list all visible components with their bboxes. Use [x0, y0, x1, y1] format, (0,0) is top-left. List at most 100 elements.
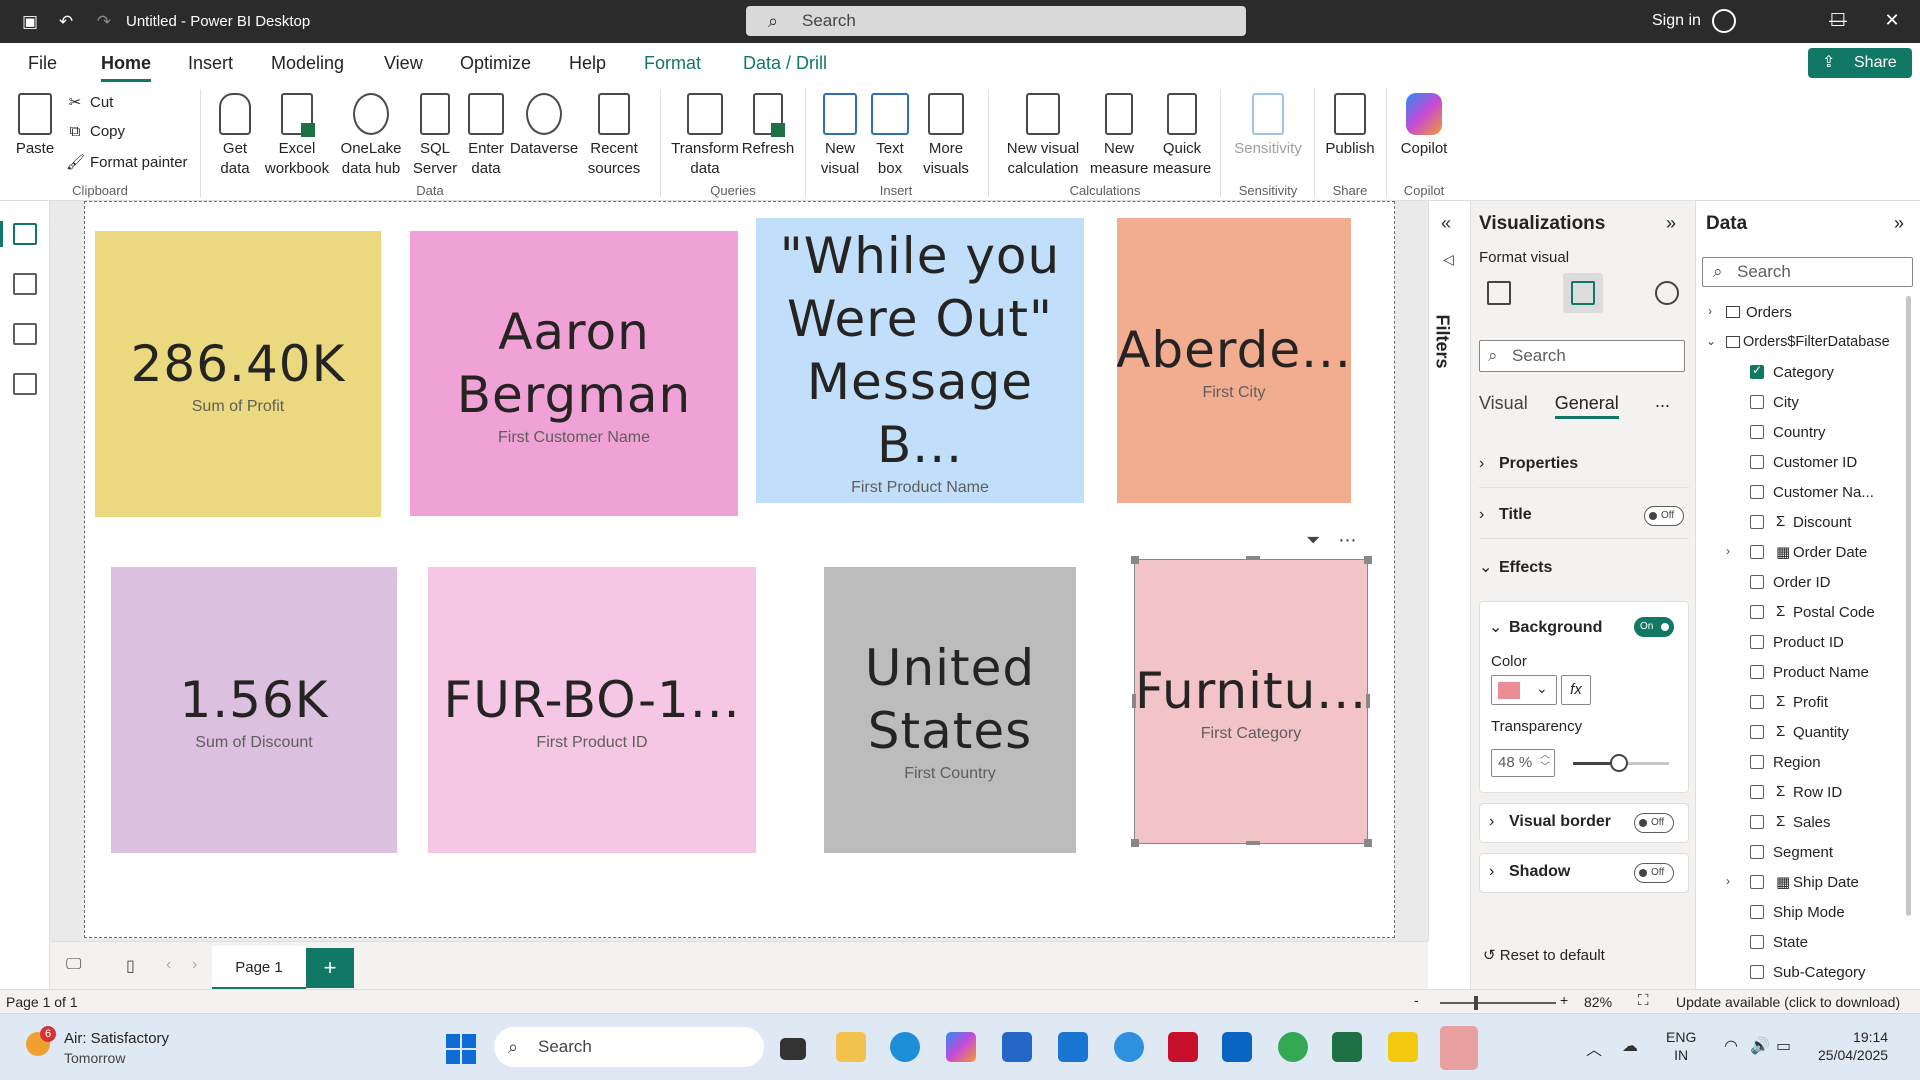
resize-handle-e[interactable] [1366, 694, 1370, 708]
title-search-input[interactable]: ⌕ Search [746, 6, 1246, 36]
field-checkbox[interactable] [1750, 425, 1764, 439]
update-available-link[interactable]: Update available (click to download) [1676, 994, 1900, 1010]
copy-button[interactable]: ⧉ Copy [66, 123, 125, 140]
zoom-in-button[interactable]: + [1560, 992, 1568, 1008]
zoom-knob[interactable] [1474, 996, 1478, 1010]
field-item[interactable]: Ship Mode [1696, 901, 1906, 925]
field-item[interactable]: Σ Sales [1696, 811, 1906, 835]
card-first-product-id[interactable]: FUR-BO-1... First Product ID [428, 567, 756, 853]
undo-icon[interactable]: ↶ [54, 10, 78, 34]
card-first-country[interactable]: United States First Country [824, 567, 1076, 853]
quick-measure-button[interactable]: Quick measure [1152, 93, 1212, 179]
dax-query-view-icon[interactable] [13, 373, 37, 395]
field-item[interactable]: › ▦ Ship Date [1696, 871, 1906, 895]
more-options-icon[interactable]: ⋯ [1338, 530, 1356, 550]
transparency-slider[interactable] [1573, 754, 1669, 772]
field-item[interactable]: Sub-Category [1696, 961, 1906, 985]
field-checkbox[interactable] [1750, 905, 1764, 919]
field-checkbox[interactable] [1750, 725, 1764, 739]
build-visual-icon[interactable] [1479, 273, 1519, 313]
clock[interactable]: 19:14 25/04/2025 [1818, 1028, 1888, 1064]
reset-to-default-button[interactable]: ↺ Reset to default [1483, 946, 1605, 964]
more-options-icon[interactable]: ... [1655, 391, 1670, 412]
format-painter-button[interactable]: 🖌 Format painter [66, 153, 188, 171]
tab-home[interactable]: Home [101, 53, 152, 82]
card-first-customer-name[interactable]: Aaron Bergman First Customer Name [410, 231, 738, 516]
filter-icon[interactable]: ⏷ [1306, 530, 1320, 550]
field-item[interactable]: Region [1696, 751, 1906, 775]
resize-handle-se[interactable] [1364, 839, 1372, 847]
resize-handle-ne[interactable] [1364, 556, 1372, 564]
visual-border-section[interactable]: › Visual border [1489, 813, 1639, 831]
collapse-visualizations-icon[interactable]: » [1666, 213, 1676, 234]
field-item[interactable]: Customer Na... [1696, 481, 1906, 505]
field-item[interactable]: Category [1696, 361, 1906, 385]
color-picker[interactable]: ⌄ [1491, 675, 1557, 705]
card-first-category[interactable]: Furnitu... First Category [1134, 559, 1368, 843]
powerbi-taskbar-icon[interactable] [1388, 1032, 1418, 1062]
filters-pane[interactable]: « ◁ Filters [1428, 201, 1470, 941]
field-checkbox[interactable] [1750, 785, 1764, 799]
field-checkbox[interactable] [1750, 845, 1764, 859]
effects-section[interactable]: ⌄ Effects [1479, 557, 1689, 577]
field-checkbox[interactable] [1750, 515, 1764, 529]
field-item[interactable]: Σ Row ID [1696, 781, 1906, 805]
paste-button[interactable]: Paste [14, 93, 56, 159]
shadow-section[interactable]: › Shadow [1489, 863, 1639, 881]
onedrive-icon[interactable]: ☁ [1622, 1036, 1638, 1056]
add-page-button[interactable]: + [306, 948, 354, 988]
field-checkbox[interactable] [1750, 605, 1764, 619]
tab-visual[interactable]: Visual [1479, 393, 1528, 413]
card-first-product-name[interactable]: "While you Were Out" Message B... First … [756, 218, 1084, 503]
chevron-right-icon[interactable]: › [1726, 544, 1730, 558]
excel-taskbar-icon[interactable] [1332, 1032, 1362, 1062]
resize-handle-s[interactable] [1246, 841, 1260, 845]
new-visual-calculation-button[interactable]: New visual calculation [998, 93, 1088, 179]
tab-file[interactable]: File [28, 53, 57, 74]
prev-page-icon[interactable]: ‹ [166, 956, 171, 974]
sql-server-button[interactable]: SQL Server [412, 93, 458, 179]
fit-to-page-icon[interactable]: ⛶ [1638, 992, 1649, 1009]
sensitivity-button[interactable]: Sensitivity [1230, 93, 1306, 159]
analytics-icon[interactable] [1647, 273, 1687, 313]
field-checkbox[interactable] [1750, 485, 1764, 499]
transparency-input[interactable]: 48 % ︿ ﹀ [1491, 749, 1555, 777]
report-view-icon[interactable] [13, 223, 37, 245]
desktop-layout-icon[interactable]: 🖵 [66, 956, 81, 974]
model-view-icon[interactable] [13, 323, 37, 345]
recent-sources-button[interactable]: Recent sources [582, 93, 646, 179]
page-tab-1[interactable]: Page 1 [212, 946, 306, 990]
expand-filters-icon[interactable]: « [1441, 213, 1451, 234]
chevron-right-icon[interactable]: › [1726, 874, 1730, 888]
field-checkbox[interactable] [1750, 755, 1764, 769]
field-item[interactable]: Order ID [1696, 571, 1906, 595]
field-item[interactable]: City [1696, 391, 1906, 415]
field-item[interactable]: Product ID [1696, 631, 1906, 655]
fx-button[interactable]: fx [1561, 675, 1591, 705]
table-orders[interactable]: › Orders [1696, 301, 1906, 325]
sign-in-link[interactable]: Sign in [1652, 12, 1701, 30]
field-item[interactable]: Country [1696, 421, 1906, 445]
get-data-button[interactable]: Get data [212, 93, 258, 179]
tab-insert[interactable]: Insert [188, 53, 233, 74]
field-item[interactable]: › ▦ Order Date [1696, 541, 1906, 565]
collapse-data-icon[interactable]: » [1894, 213, 1904, 234]
file-explorer-icon[interactable] [836, 1032, 866, 1062]
edge-icon[interactable] [890, 1032, 920, 1062]
resize-handle-nw[interactable] [1131, 556, 1139, 564]
background-toggle[interactable]: On [1634, 617, 1674, 637]
card-first-city[interactable]: Aberde... First City [1117, 218, 1351, 503]
new-visual-button[interactable]: New visual [815, 93, 865, 179]
visual-border-toggle[interactable]: Off [1634, 813, 1674, 833]
tab-help[interactable]: Help [569, 53, 606, 74]
tab-data-drill[interactable]: Data / Drill [743, 53, 827, 74]
next-page-icon[interactable]: › [192, 956, 197, 974]
shadow-toggle[interactable]: Off [1634, 863, 1674, 883]
card-sum-of-discount[interactable]: 1.56K Sum of Discount [111, 567, 397, 853]
resize-handle-sw[interactable] [1131, 839, 1139, 847]
cut-button[interactable]: ✂ Cut [66, 93, 114, 111]
field-item[interactable]: Customer ID [1696, 451, 1906, 475]
tab-optimize[interactable]: Optimize [460, 53, 531, 74]
field-item[interactable]: Product Name [1696, 661, 1906, 685]
chrome-icon[interactable] [1278, 1032, 1308, 1062]
